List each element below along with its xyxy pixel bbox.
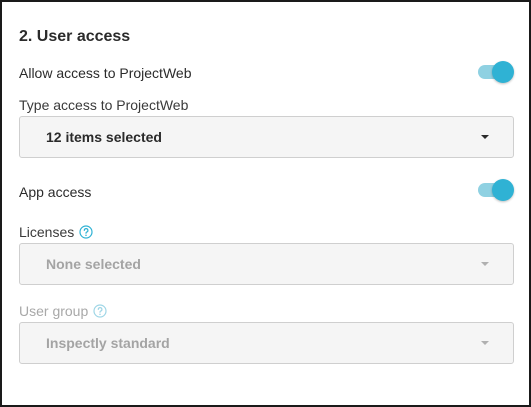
user-group-select[interactable]: Inspectly standard — [19, 322, 514, 364]
chevron-down-icon — [481, 135, 489, 139]
type-access-value: 12 items selected — [46, 129, 162, 145]
chevron-down-icon — [481, 262, 489, 266]
user-group-label-row: User group — [19, 303, 107, 319]
licenses-label-row: Licenses — [19, 224, 93, 240]
licenses-label: Licenses — [19, 224, 75, 240]
toggle-knob — [492, 179, 514, 201]
user-group-label: User group — [19, 303, 89, 319]
licenses-value: None selected — [46, 256, 141, 272]
user-access-panel: 2. User access Allow access to ProjectWe… — [0, 0, 531, 407]
section-title: 2. User access — [19, 28, 131, 45]
allow-access-toggle[interactable] — [477, 61, 515, 83]
type-access-label: Type access to ProjectWeb — [19, 97, 189, 113]
licenses-select[interactable]: None selected — [19, 243, 514, 285]
app-access-label: App access — [19, 184, 92, 200]
app-access-toggle[interactable] — [477, 179, 515, 201]
type-access-select[interactable]: 12 items selected — [19, 116, 514, 158]
help-icon[interactable] — [79, 225, 93, 239]
allow-access-label: Allow access to ProjectWeb — [19, 65, 192, 81]
help-icon[interactable] — [93, 304, 107, 318]
chevron-down-icon — [481, 341, 489, 345]
user-group-value: Inspectly standard — [46, 335, 170, 351]
toggle-knob — [492, 61, 514, 83]
